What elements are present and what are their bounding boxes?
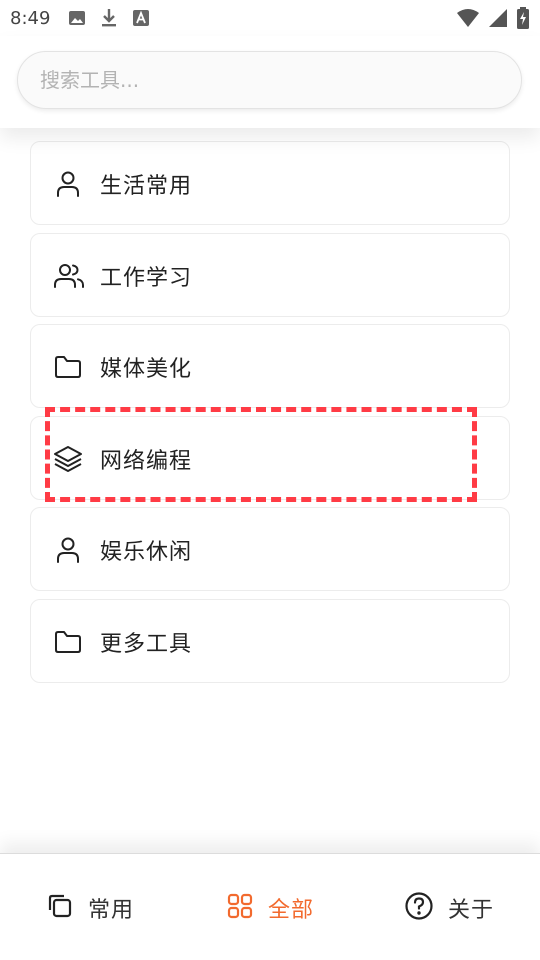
category-label: 娱乐休闲 (100, 540, 193, 565)
users-icon (53, 261, 84, 291)
search-input[interactable] (17, 51, 522, 109)
copy-icon (46, 892, 74, 924)
bottom-nav: 常用 全部 关于 (0, 853, 540, 960)
category-item-media[interactable]: 媒体美化 (30, 324, 510, 408)
grid-icon (226, 892, 254, 924)
status-bar: 8:49 (0, 0, 540, 36)
signal-icon (488, 8, 508, 32)
category-item-entertainment[interactable]: 娱乐休闲 (30, 507, 510, 591)
category-label: 网络编程 (100, 449, 193, 474)
nav-label: 关于 (448, 898, 495, 923)
nav-tab-about[interactable]: 关于 (404, 892, 494, 924)
category-item-work[interactable]: 工作学习 (30, 233, 510, 317)
wifi-icon (456, 8, 480, 32)
nav-label: 常用 (88, 898, 135, 923)
user-icon (53, 535, 83, 565)
user-icon (53, 169, 83, 199)
folder-icon (53, 627, 83, 657)
font-a-icon (132, 9, 150, 31)
category-item-more[interactable]: 更多工具 (30, 599, 510, 683)
nav-tab-common[interactable]: 常用 (46, 892, 134, 924)
status-time: 8:49 (10, 8, 51, 29)
category-label: 更多工具 (100, 632, 193, 657)
nav-label: 全部 (268, 898, 315, 923)
app-screen: 8:49 搜索工具... 生活常用 工作学习 媒体美化 网络编程 娱乐休闲 更多… (0, 0, 540, 960)
category-label: 工作学习 (100, 266, 193, 291)
layers-icon (53, 444, 83, 474)
battery-charging-icon (516, 7, 530, 33)
folder-icon (53, 352, 83, 382)
category-label: 媒体美化 (100, 357, 193, 382)
image-icon (68, 9, 86, 31)
status-notification-icons (68, 8, 150, 32)
category-label: 生活常用 (100, 174, 193, 199)
help-circle-icon (404, 891, 434, 925)
category-item-life[interactable]: 生活常用 (30, 141, 510, 225)
status-system-icons (456, 7, 530, 33)
category-item-network[interactable]: 网络编程 (30, 416, 510, 500)
download-icon (100, 8, 118, 32)
search-header (0, 36, 540, 128)
nav-tab-all[interactable]: 全部 (226, 892, 314, 924)
